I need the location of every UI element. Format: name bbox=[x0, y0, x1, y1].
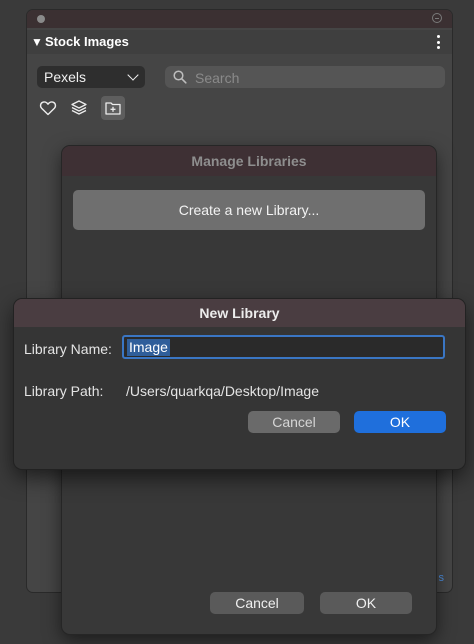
manage-cancel-button[interactable]: Cancel bbox=[210, 592, 304, 614]
library-name-field[interactable]: Image bbox=[122, 335, 445, 359]
collapse-icon[interactable] bbox=[432, 13, 442, 23]
panel-title: Stock Images bbox=[45, 34, 129, 49]
library-name-label: Library Name: bbox=[24, 341, 112, 357]
add-folder-icon bbox=[105, 102, 121, 115]
manage-ok-button[interactable]: OK bbox=[320, 592, 412, 614]
layers-icon bbox=[71, 100, 87, 115]
close-dot-icon[interactable] bbox=[37, 15, 45, 23]
panel-titlebar bbox=[27, 10, 452, 28]
manage-libraries-title: Manage Libraries bbox=[62, 146, 436, 176]
library-path-value: /Users/quarkqa/Desktop/Image bbox=[126, 383, 319, 399]
library-path-label: Library Path: bbox=[24, 383, 104, 399]
library-name-value: Image bbox=[127, 339, 170, 356]
source-dropdown[interactable]: Pexels bbox=[37, 66, 145, 88]
search-box[interactable] bbox=[165, 66, 445, 88]
ok-button[interactable]: OK bbox=[354, 411, 446, 433]
disclosure-triangle-icon[interactable]: ▼ bbox=[31, 35, 43, 49]
source-value: Pexels bbox=[44, 69, 87, 85]
corner-link[interactable]: s bbox=[439, 572, 445, 584]
heart-icon bbox=[39, 101, 57, 116]
search-input[interactable] bbox=[193, 68, 437, 88]
favorites-button[interactable] bbox=[36, 96, 60, 120]
panel-header[interactable]: ▼ Stock Images bbox=[27, 30, 452, 54]
create-library-button[interactable]: Create a new Library... bbox=[73, 190, 425, 230]
search-icon bbox=[173, 70, 187, 84]
add-library-button[interactable] bbox=[101, 96, 125, 120]
new-library-dialog: New Library Library Name: Image Library … bbox=[14, 299, 465, 469]
cancel-button[interactable]: Cancel bbox=[248, 411, 340, 433]
more-icon[interactable] bbox=[436, 35, 440, 49]
chevron-down-icon bbox=[127, 69, 139, 81]
libraries-button[interactable] bbox=[67, 96, 91, 120]
new-library-title: New Library bbox=[14, 299, 465, 327]
